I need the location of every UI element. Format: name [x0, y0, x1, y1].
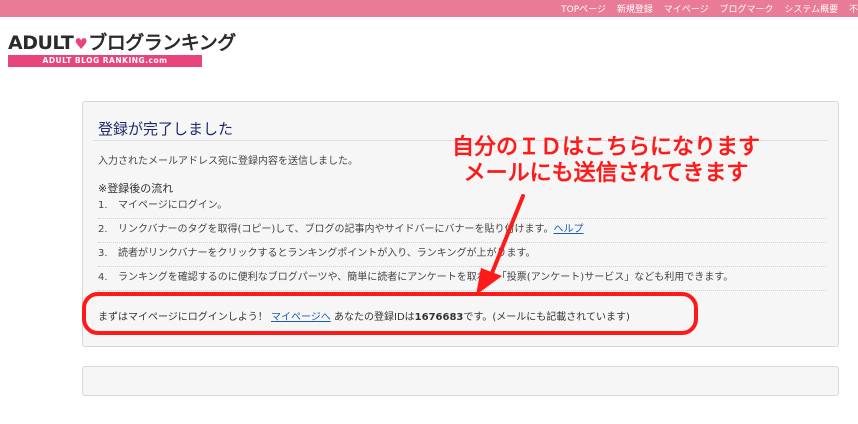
step-number: 1. — [98, 200, 108, 211]
list-item: 3. 読者がリンクバナーをクリックするとランキングポイントが入り、ランキングが上が… — [98, 243, 826, 267]
registration-id: 1676683 — [414, 312, 464, 323]
nav-register[interactable]: 新規登録 — [617, 5, 653, 15]
site-logo[interactable]: ADULT♥ブログランキング ADULT BLOG RANKING.com — [8, 31, 236, 69]
annotation-line-1: 自分のＩＤはこちらになります — [451, 135, 760, 160]
secondary-panel — [82, 366, 839, 396]
step-text: リンクバナーのタグを取得(コピー)して、ブログの記事内やサイドバーにバナーを貼り… — [118, 224, 554, 235]
logo-title-left: ADULT — [8, 32, 74, 54]
annotation-note: 自分のＩＤはこちらになります メールにも送信されてきます — [411, 135, 801, 187]
intro-text: 入力されたメールアドレス宛に登録内容を送信しました。 — [98, 156, 358, 167]
page-title: 登録が完了しました — [98, 120, 234, 138]
step-number: 3. — [98, 248, 108, 259]
login-prompt-suffix: です。(メールにも記載されています) — [463, 312, 630, 323]
list-item: 2. リンクバナーのタグを取得(コピー)して、ブログの記事内やサイドバーにバナーを… — [98, 219, 826, 243]
nav-blogmark[interactable]: ブログマーク — [719, 5, 773, 15]
help-link[interactable]: ヘルプ — [554, 224, 584, 235]
steps-list: 1. マイページにログイン。 2. リンクバナーのタグを取得(コピー)して、ブログの… — [98, 195, 826, 291]
login-prompt-prefix: まずはマイページにログインしよう！ — [98, 312, 268, 323]
list-item: 1. マイページにログイン。 — [98, 195, 826, 219]
annotation-line-2: メールにも送信されてきます — [463, 161, 749, 186]
registration-id-label: あなたの登録IDは — [334, 312, 415, 323]
logo-title-right: ブログランキング — [88, 32, 236, 54]
logo-subtitle: ADULT BLOG RANKING.com — [8, 55, 202, 67]
logo-title: ADULT♥ブログランキング — [8, 31, 236, 55]
step-number: 2. — [98, 224, 108, 235]
step-text: マイページにログイン。 — [118, 200, 228, 211]
step-text: 読者がリンクバナーをクリックするとランキングポイントが入り、ランキングが上がりま… — [118, 248, 536, 259]
step-text: ランキングを確認するのに便利なブログパーツや、簡単に読者にアンケートを取れる「投… — [118, 272, 734, 283]
nav-top-page[interactable]: TOPページ — [561, 5, 606, 15]
flow-heading: ※登録後の流れ — [98, 182, 174, 195]
top-bar: TOPページ 新規登録 マイページ ブログマーク システム概要 不 — [0, 0, 858, 17]
mypage-link[interactable]: マイページへ — [271, 312, 331, 323]
nav-truncated-item[interactable]: 不 — [849, 5, 858, 15]
login-prompt: まずはマイページにログインしよう！ マイページへ あなたの登録IDは167668… — [98, 308, 630, 323]
nav-mypage[interactable]: マイページ — [664, 5, 709, 15]
top-nav: TOPページ 新規登録 マイページ ブログマーク システム概要 不 — [553, 2, 858, 16]
heart-icon: ♥ — [74, 35, 88, 53]
list-item: 4. ランキングを確認するのに便利なブログパーツや、簡単に読者にアンケートを取れる… — [98, 267, 826, 291]
step-number: 4. — [98, 272, 108, 283]
nav-system-overview[interactable]: システム概要 — [784, 5, 838, 15]
